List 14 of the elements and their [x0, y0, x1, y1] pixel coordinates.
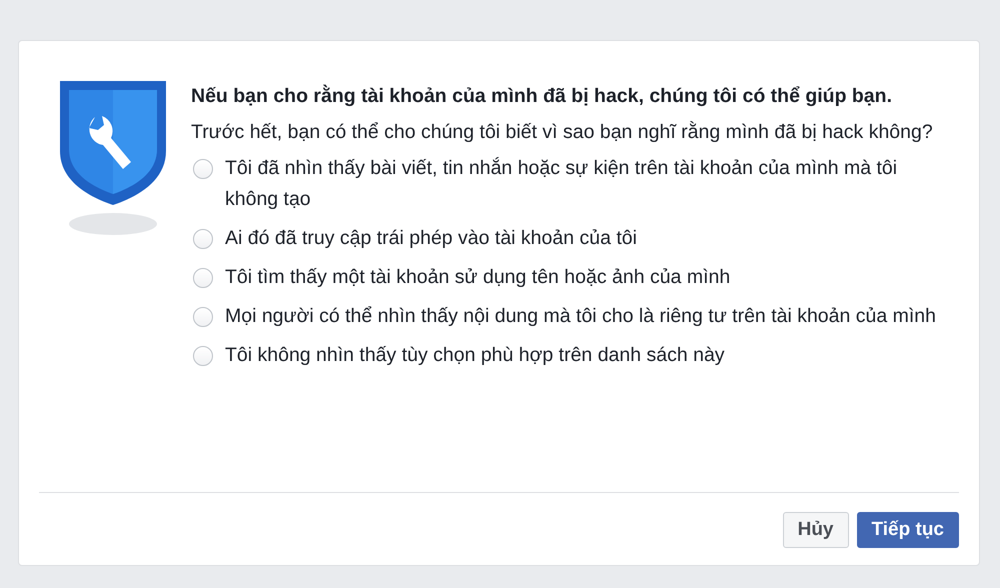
radio-button[interactable]	[193, 307, 213, 327]
radio-button[interactable]	[193, 229, 213, 249]
dialog-heading: Nếu bạn cho rằng tài khoản của mình đã bị hack, chúng tôi có thể giúp bạn.	[191, 84, 893, 109]
radio-button[interactable]	[193, 268, 213, 288]
option-label[interactable]: Mọi người có thể nhìn thấy nội dung mà tôi cho là riêng tư trên tài khoản của mình	[225, 301, 936, 332]
cancel-button[interactable]: Hủy	[782, 512, 848, 548]
option-label[interactable]: Tôi không nhìn thấy tùy chọn phù hợp trên danh sách này	[225, 340, 725, 371]
option-label[interactable]: Ai đó đã truy cập trái phép vào tài khoản của tôi	[225, 223, 637, 254]
continue-button[interactable]: Tiếp tục	[856, 512, 959, 548]
radio-button[interactable]	[193, 159, 213, 179]
radio-button[interactable]	[193, 346, 213, 366]
question-text: Trước hết, bạn có thể cho chúng tôi biết vì sao bạn nghĩ rằng mình đã bị hack không?	[191, 120, 934, 145]
option-label[interactable]: Tôi tìm thấy một tài khoản sử dụng tên hoặc ảnh của mình	[225, 262, 730, 293]
option-label[interactable]: Tôi đã nhìn thấy bài viết, tin nhắn hoặc sự kiện trên tài khoản của mình mà tôi không tạo	[225, 153, 939, 215]
